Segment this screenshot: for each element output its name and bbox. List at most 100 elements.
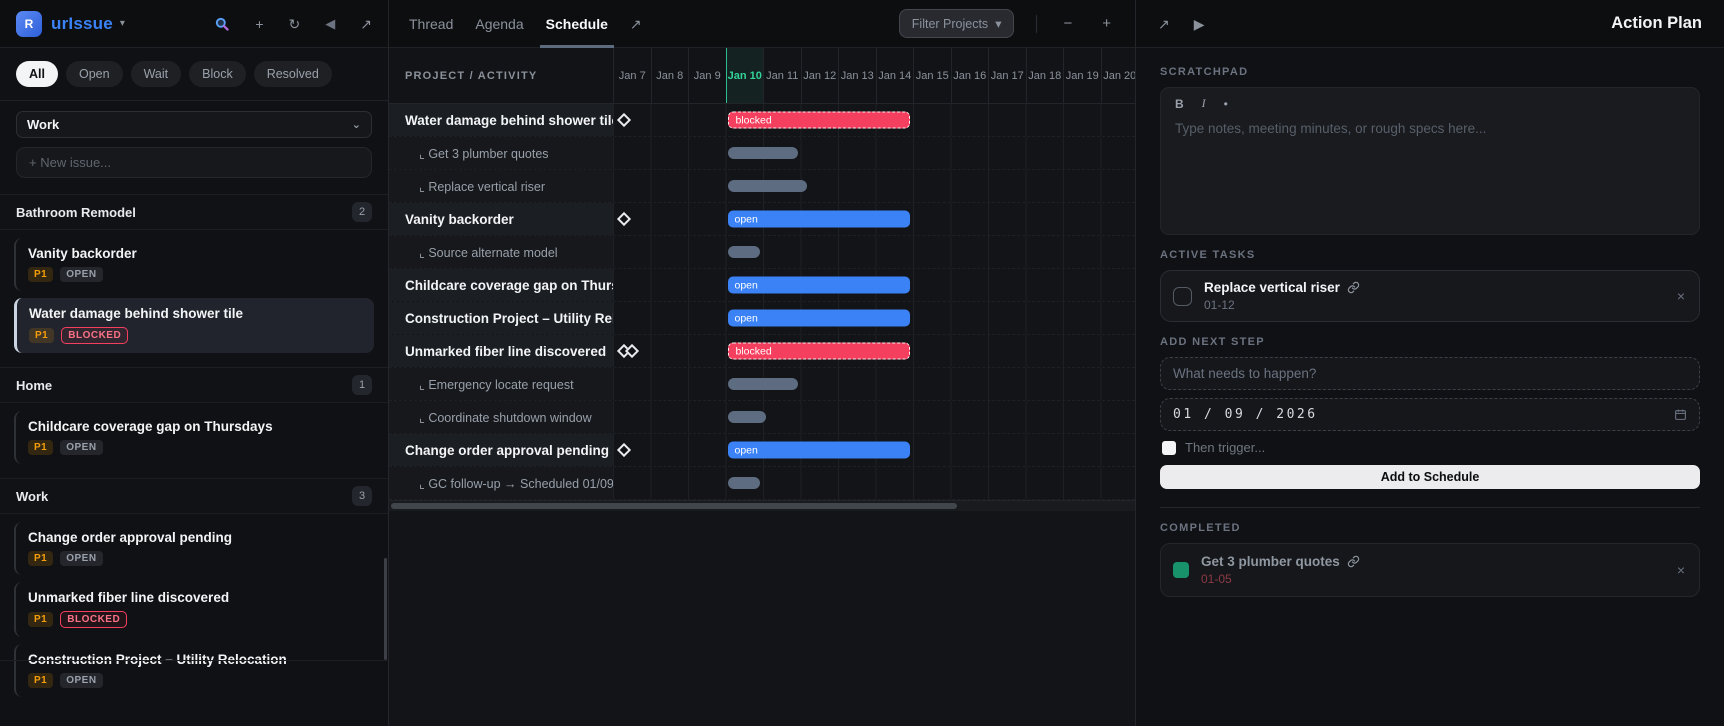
gantt-row-label: Construction Project – Utility Relocatio… [389,302,613,334]
back-icon[interactable]: ◀ [325,17,335,30]
completed-checkbox[interactable] [1173,562,1189,578]
issue-item-vanity-backorder[interactable]: Vanity backorder P1 OPEN [14,238,374,291]
refresh-icon[interactable]: ↻ [289,17,301,31]
gantt-row-chart [613,137,1135,169]
filter-chip-block[interactable]: Block [189,61,246,87]
filter-chip-open[interactable]: Open [65,61,123,87]
gantt-row-childcare[interactable]: Childcare coverage gap on Thursdays open [389,269,1135,302]
gantt-bar-subtask[interactable] [727,411,766,423]
play-icon[interactable]: ▶ [1194,17,1205,31]
gantt-bar-subtask[interactable] [727,147,798,159]
expand-icon[interactable]: ↗ [360,17,372,31]
gantt-bar-open[interactable]: open [727,441,910,459]
gantt-row-coordinate-shutdown[interactable]: ⌞ Coordinate shutdown window [389,401,1135,434]
tab-agenda[interactable]: Agenda [475,0,523,48]
filter-projects-button[interactable]: Filter Projects ▾ [898,9,1015,38]
gantt-row-label: ⌞ Replace vertical riser [389,170,613,202]
issue-title: Vanity backorder [28,246,137,261]
bold-button[interactable]: B [1175,96,1184,111]
gantt-bar-subtask[interactable] [727,180,807,192]
date-column: Jan 9 [688,48,726,103]
gantt-row-change-order[interactable]: Change order approval pending open [389,434,1135,467]
project-select[interactable]: Work ⌄ [16,111,372,138]
next-step-date-input[interactable]: 01 / 09 / 2026 [1160,398,1700,431]
action-plan-topbar: ↗ ▶ Action Plan [1136,0,1724,48]
priority-badge: P1 [28,440,54,455]
scratchpad-textarea[interactable] [1161,113,1699,234]
issue-item-unmarked-fiber[interactable]: Unmarked fiber line discovered P1 BLOCKE… [14,582,374,637]
search-icon[interactable] [214,16,230,32]
gantt-bar-subtask[interactable] [727,477,760,489]
link-icon[interactable] [1347,281,1360,294]
status-filter-chips: All Open Wait Block Resolved [0,48,388,101]
zoom-out-button[interactable]: − [1059,15,1076,32]
gantt-bar-open[interactable]: open [727,309,910,327]
expand-icon[interactable]: ↗ [1158,17,1170,31]
gantt-row-chart: open [613,269,1135,301]
filter-chip-all[interactable]: All [16,61,58,87]
gantt-row-replace-riser[interactable]: ⌞ Replace vertical riser [389,170,1135,203]
scrollbar-thumb[interactable] [391,503,957,509]
group-header-home[interactable]: Home 1 [0,367,388,403]
gantt-row-gc-followup[interactable]: ⌞ GC follow-up → Scheduled 01/09 [389,467,1135,500]
gantt-bar-subtask[interactable] [727,378,798,390]
trigger-checkbox[interactable] [1162,440,1176,455]
gantt-bar-blocked[interactable]: blocked [727,342,910,360]
gantt-row-label: Unmarked fiber line discovered [389,335,613,367]
date-column: Jan 8 [650,48,689,103]
group-header-bathroom-remodel[interactable]: Bathroom Remodel 2 [0,194,388,230]
completed-label: COMPLETED [1160,522,1241,534]
close-icon[interactable]: × [1675,288,1687,304]
new-issue-input[interactable] [16,147,372,178]
milestone-diamond-icon[interactable] [616,211,632,227]
close-icon[interactable]: × [1675,562,1687,578]
milestone-diamond-icon[interactable] [616,112,632,128]
gantt-horizontal-scrollbar [389,500,1135,511]
gantt-row-source-alternate[interactable]: ⌞ Source alternate model [389,236,1135,269]
add-icon[interactable]: + [255,17,263,31]
gantt-row-get-quotes[interactable]: ⌞ Get 3 plumber quotes [389,137,1135,170]
filter-chip-wait[interactable]: Wait [130,61,182,87]
expand-icon[interactable]: ↗ [630,17,642,31]
add-to-schedule-button[interactable]: Add to Schedule [1160,465,1700,489]
task-title: Get 3 plumber quotes [1201,554,1340,569]
milestone-diamond-icon[interactable] [616,442,632,458]
italic-button[interactable]: I [1202,96,1206,111]
tab-thread[interactable]: Thread [409,0,453,48]
gantt-row-water-damage[interactable]: Water damage behind shower tile blocked [389,104,1135,137]
task-checkbox[interactable] [1173,286,1192,306]
gantt-row-construction[interactable]: Construction Project – Utility Relocatio… [389,302,1135,335]
calendar-icon[interactable] [1674,408,1687,421]
status-badge: OPEN [60,267,103,282]
app-logo[interactable]: R urIssue ▾ [16,10,125,37]
zoom-in-button[interactable]: + [1098,15,1115,32]
group-header-work[interactable]: Work 3 [0,478,388,514]
completed-task-card: Get 3 plumber quotes 01-05 × [1160,543,1700,597]
tab-schedule[interactable]: Schedule [539,0,615,48]
gantt-header: PROJECT / ACTIVITY Jan 7 Jan 8 Jan 9 Jan… [389,48,1135,104]
gantt-row-emergency-locate[interactable]: ⌞ Emergency locate request [389,368,1135,401]
next-step-input[interactable] [1160,357,1700,390]
project-select-value: Work [27,117,60,132]
gantt-bar-blocked[interactable]: blocked [727,111,910,129]
issue-item-construction[interactable]: Construction Project – Utility Relocatio… [14,644,374,697]
filter-chip-resolved[interactable]: Resolved [253,61,332,87]
gantt-bar-open[interactable]: open [727,276,910,294]
sidebar-scrollbar[interactable] [384,558,387,660]
schedule-topbar: Thread Agenda Schedule ↗ Filter Projects… [389,0,1135,48]
gantt-row-vanity-backorder[interactable]: Vanity backorder open [389,203,1135,236]
issue-item-water-damage[interactable]: Water damage behind shower tile P1 BLOCK… [14,298,374,353]
gantt-row-chart: open [613,302,1135,334]
gantt-row-unmarked-fiber[interactable]: Unmarked fiber line discovered blocked [389,335,1135,368]
issue-item-childcare[interactable]: Childcare coverage gap on Thursdays P1 O… [14,411,374,464]
app-window: R urIssue ▾ + ↻ ◀ ↗ All Open Wait Block … [0,0,1724,726]
priority-badge: P1 [29,328,55,343]
gantt-bar-subtask[interactable] [727,246,760,258]
issue-title: Water damage behind shower tile [29,306,244,321]
gantt-row-chart: open [613,203,1135,235]
issue-item-change-order[interactable]: Change order approval pending P1 OPEN [14,522,374,575]
bullet-list-button[interactable]: • [1224,96,1228,111]
link-icon[interactable] [1347,555,1360,568]
group-name: Work [16,488,49,504]
gantt-bar-open[interactable]: open [727,210,910,228]
